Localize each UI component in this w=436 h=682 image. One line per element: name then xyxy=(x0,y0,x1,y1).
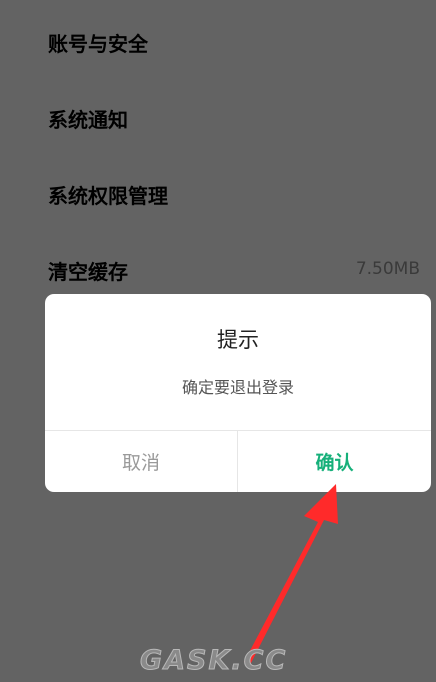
red-arrow-icon xyxy=(244,484,338,665)
watermark: GASK.CC xyxy=(139,645,288,677)
